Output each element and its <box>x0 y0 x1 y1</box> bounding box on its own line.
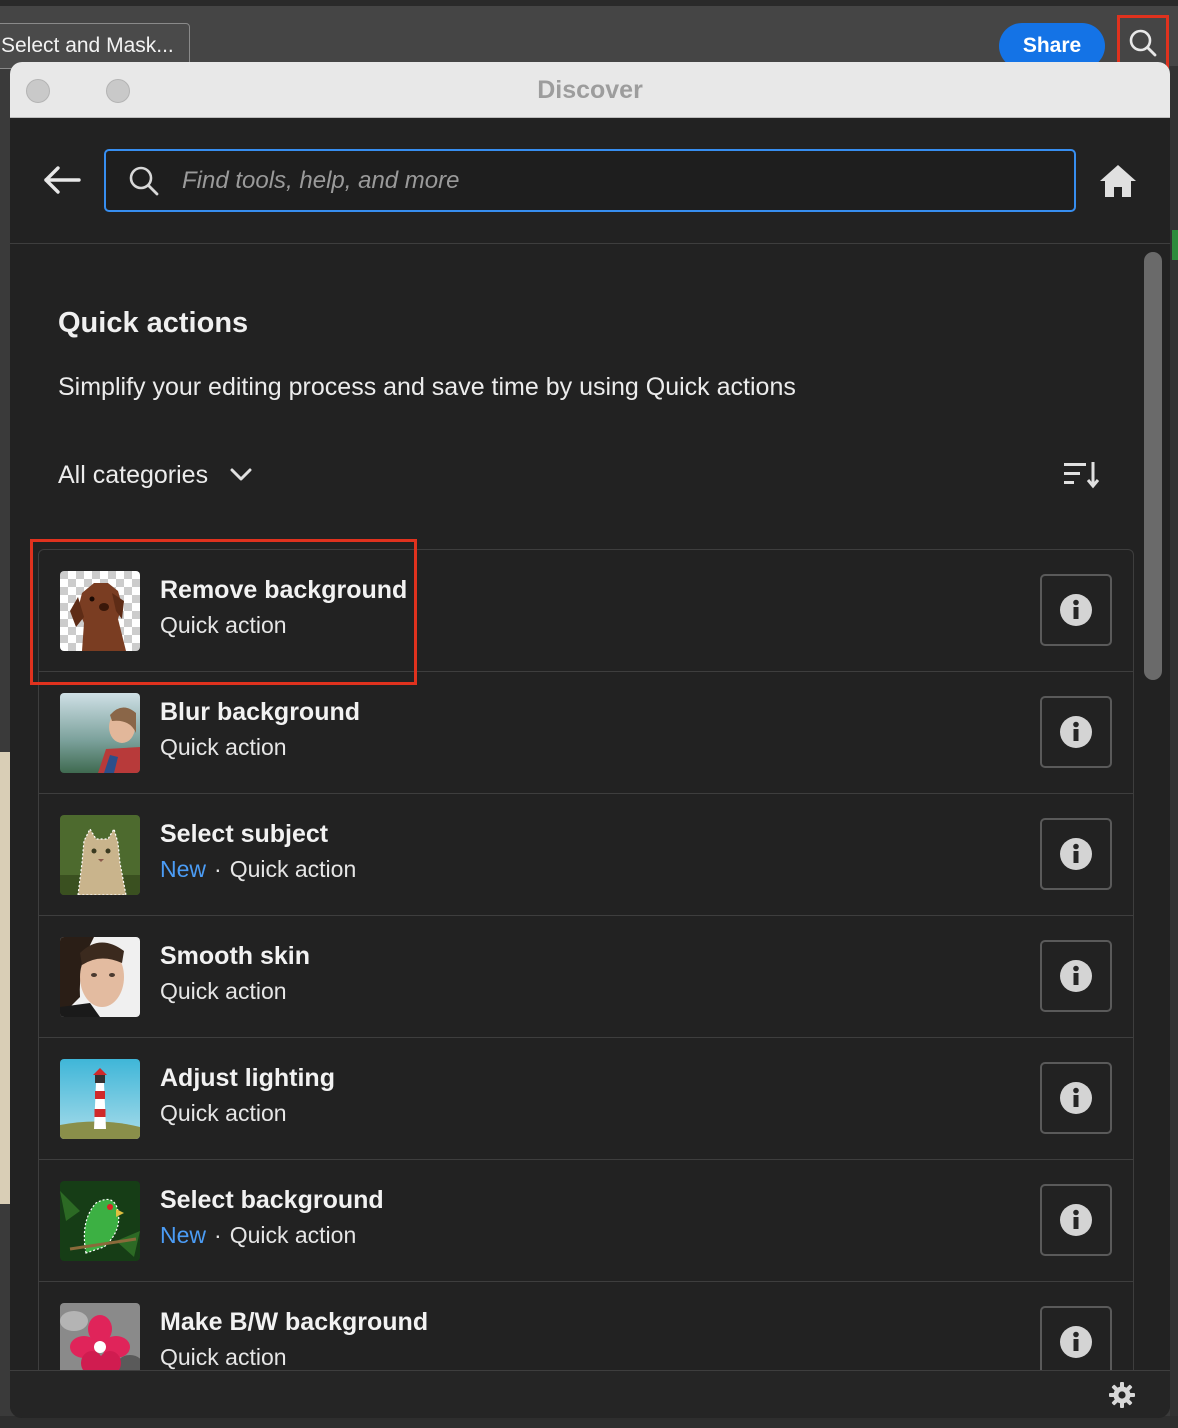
chevron-down-icon <box>230 468 252 481</box>
new-badge: New <box>160 856 207 882</box>
info-icon <box>1060 1204 1092 1236</box>
panel-title: Discover <box>537 76 643 104</box>
gear-icon[interactable] <box>1108 1381 1136 1409</box>
list-item-select-subject[interactable]: Select subject New · Quick action <box>39 794 1133 916</box>
info-icon <box>1060 1326 1092 1358</box>
discover-panel: Discover Quick actions Simplify your edi… <box>10 62 1170 1418</box>
section-title: Quick actions <box>58 307 249 339</box>
canvas-edge <box>0 752 10 1204</box>
app-topbar: Select and Mask... Share <box>0 0 1178 69</box>
parrot-thumbnail <box>60 1181 140 1261</box>
scrollbar-thumb[interactable] <box>1144 252 1162 680</box>
list-item-smooth-skin[interactable]: Smooth skin Quick action <box>39 916 1133 1038</box>
sort-icon[interactable] <box>1062 459 1102 489</box>
item-subtitle: Quick action <box>160 978 287 1005</box>
item-subtitle: New · Quick action <box>160 856 356 883</box>
info-icon <box>1060 716 1092 748</box>
back-arrow-icon <box>44 166 81 194</box>
item-type: Quick action <box>160 978 287 1004</box>
info-icon <box>1060 1082 1092 1114</box>
item-title: Select background <box>160 1186 384 1214</box>
item-type: Quick action <box>229 1222 357 1248</box>
item-type: Quick action <box>160 1344 287 1370</box>
item-title: Blur background <box>160 698 361 726</box>
search-icon <box>129 166 159 196</box>
info-button[interactable] <box>1040 1306 1112 1370</box>
app-right-edge <box>1170 66 1178 1416</box>
search-row <box>10 118 1170 244</box>
back-button[interactable] <box>40 158 84 202</box>
search-field[interactable] <box>104 149 1076 212</box>
item-title: Make B/W background <box>160 1308 429 1336</box>
category-dropdown[interactable]: All categories <box>58 455 252 495</box>
panel-footer <box>10 1370 1170 1418</box>
home-icon[interactable] <box>1098 162 1138 200</box>
panel-titlebar: Discover <box>10 62 1170 118</box>
list-item-select-background[interactable]: Select background New · Quick action <box>39 1160 1133 1282</box>
new-badge: New <box>160 1222 207 1248</box>
separator-dot: · <box>214 856 222 882</box>
info-button[interactable] <box>1040 1184 1112 1256</box>
app-indicator <box>1172 230 1178 260</box>
flower-thumbnail <box>60 1303 140 1370</box>
item-title: Select subject <box>160 820 329 848</box>
item-title: Smooth skin <box>160 942 311 970</box>
item-type: Quick action <box>160 1100 287 1126</box>
info-button[interactable] <box>1040 696 1112 768</box>
item-subtitle: Quick action <box>160 1100 287 1127</box>
info-icon <box>1060 594 1092 626</box>
highlight-annotation <box>30 539 417 685</box>
item-type: Quick action <box>229 856 357 882</box>
search-input[interactable] <box>182 151 1062 210</box>
info-icon <box>1060 960 1092 992</box>
list-item-adjust-lighting[interactable]: Adjust lighting Quick action <box>39 1038 1133 1160</box>
separator-dot: · <box>214 1222 222 1248</box>
info-icon <box>1060 838 1092 870</box>
cat-thumbnail <box>60 815 140 895</box>
item-title: Adjust lighting <box>160 1064 335 1092</box>
info-button[interactable] <box>1040 1062 1112 1134</box>
category-label: All categories <box>58 460 209 489</box>
list-item-make-bw-background[interactable]: Make B/W background Quick action <box>39 1282 1133 1370</box>
item-subtitle: New · Quick action <box>160 1222 356 1249</box>
lighthouse-thumbnail <box>60 1059 140 1139</box>
search-icon <box>1129 29 1157 56</box>
list-item-blur-background[interactable]: Blur background Quick action <box>39 672 1133 794</box>
section-description: Simplify your editing process and save t… <box>58 373 796 401</box>
man-portrait-thumbnail <box>60 937 140 1017</box>
info-button[interactable] <box>1040 574 1112 646</box>
item-type: Quick action <box>160 734 287 760</box>
info-button[interactable] <box>1040 818 1112 890</box>
info-button[interactable] <box>1040 940 1112 1012</box>
panel-content: Quick actions Simplify your editing proc… <box>10 245 1140 1370</box>
item-subtitle: Quick action <box>160 734 287 761</box>
item-subtitle: Quick action <box>160 1344 287 1370</box>
woman-thumbnail <box>60 693 140 773</box>
